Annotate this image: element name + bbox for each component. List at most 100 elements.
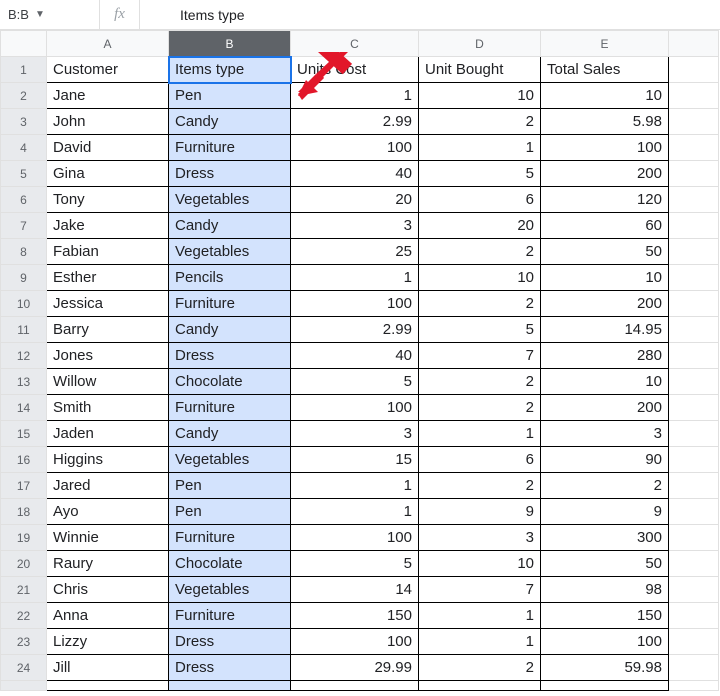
cell[interactable]: Anna <box>47 603 169 629</box>
cell[interactable]: 280 <box>541 343 669 369</box>
cell[interactable] <box>669 265 719 291</box>
cell[interactable]: 10 <box>541 265 669 291</box>
cell[interactable] <box>669 473 719 499</box>
row-header[interactable]: 9 <box>1 265 47 291</box>
cell[interactable]: 120 <box>541 187 669 213</box>
cell[interactable]: 3 <box>291 213 419 239</box>
cell[interactable]: 300 <box>541 525 669 551</box>
row-header[interactable]: 23 <box>1 629 47 655</box>
cell[interactable]: Ayo <box>47 499 169 525</box>
row-header[interactable]: 14 <box>1 395 47 421</box>
row-header[interactable]: 6 <box>1 187 47 213</box>
cell[interactable]: Furniture <box>169 525 291 551</box>
cell[interactable]: 2 <box>419 473 541 499</box>
cell[interactable]: Jill <box>47 655 169 681</box>
cell[interactable]: 1 <box>419 603 541 629</box>
cell[interactable]: Pen <box>169 499 291 525</box>
cell[interactable]: 5 <box>291 551 419 577</box>
cell[interactable]: 3 <box>419 525 541 551</box>
row-header[interactable]: 4 <box>1 135 47 161</box>
cell[interactable]: Vegetables <box>169 187 291 213</box>
cell[interactable]: Jane <box>47 83 169 109</box>
cell[interactable]: Tony <box>47 187 169 213</box>
cell[interactable] <box>669 213 719 239</box>
cell[interactable]: 2 <box>419 369 541 395</box>
cell[interactable] <box>169 681 291 691</box>
cell[interactable]: 50 <box>541 551 669 577</box>
cell[interactable]: Chris <box>47 577 169 603</box>
cell[interactable]: 50 <box>541 239 669 265</box>
cell[interactable]: 40 <box>291 343 419 369</box>
cell[interactable]: 6 <box>419 447 541 473</box>
cell[interactable]: Pen <box>169 473 291 499</box>
cell[interactable]: 5.98 <box>541 109 669 135</box>
cell[interactable] <box>669 577 719 603</box>
cell[interactable]: Vegetables <box>169 577 291 603</box>
cell[interactable] <box>669 629 719 655</box>
row-header[interactable]: 20 <box>1 551 47 577</box>
cell[interactable]: Jake <box>47 213 169 239</box>
cell[interactable]: 150 <box>291 603 419 629</box>
row-header[interactable]: 11 <box>1 317 47 343</box>
row-header[interactable]: 7 <box>1 213 47 239</box>
cell[interactable] <box>669 135 719 161</box>
cell[interactable] <box>669 681 719 691</box>
cell[interactable]: Barry <box>47 317 169 343</box>
cell[interactable]: Jessica <box>47 291 169 317</box>
cell[interactable]: Willow <box>47 369 169 395</box>
cell[interactable]: 100 <box>541 629 669 655</box>
row-header[interactable]: 22 <box>1 603 47 629</box>
cell[interactable]: 14.95 <box>541 317 669 343</box>
cell[interactable]: 29.99 <box>291 655 419 681</box>
cell[interactable]: Vegetables <box>169 239 291 265</box>
cell[interactable]: Candy <box>169 213 291 239</box>
cell[interactable]: Smith <box>47 395 169 421</box>
row-header[interactable]: 24 <box>1 655 47 681</box>
cell[interactable]: John <box>47 109 169 135</box>
cell[interactable]: 1 <box>419 629 541 655</box>
name-box[interactable]: B:B ▼ <box>0 0 100 29</box>
cell[interactable]: 20 <box>291 187 419 213</box>
cell[interactable]: Furniture <box>169 291 291 317</box>
cell[interactable]: Gina <box>47 161 169 187</box>
col-header-D[interactable]: D <box>419 31 541 57</box>
cell[interactable] <box>541 681 669 691</box>
cell[interactable]: 150 <box>541 603 669 629</box>
cell[interactable] <box>291 681 419 691</box>
cell[interactable]: 10 <box>419 83 541 109</box>
cell[interactable]: Jaden <box>47 421 169 447</box>
cell[interactable] <box>669 317 719 343</box>
cell[interactable]: 2 <box>419 655 541 681</box>
cell[interactable]: Furniture <box>169 135 291 161</box>
col-header-C[interactable]: C <box>291 31 419 57</box>
cell[interactable]: 20 <box>419 213 541 239</box>
cell[interactable]: 9 <box>541 499 669 525</box>
cell[interactable]: Pen <box>169 83 291 109</box>
cell[interactable]: 98 <box>541 577 669 603</box>
select-all-corner[interactable] <box>1 31 47 57</box>
cell[interactable]: 2.99 <box>291 109 419 135</box>
row-header[interactable]: 1 <box>1 57 47 83</box>
cell[interactable]: Customer <box>47 57 169 83</box>
cell[interactable]: Total Sales <box>541 57 669 83</box>
row-header[interactable] <box>1 681 47 691</box>
cell[interactable]: Candy <box>169 109 291 135</box>
cell[interactable]: Dress <box>169 343 291 369</box>
cell[interactable]: Dress <box>169 161 291 187</box>
cell[interactable]: Higgins <box>47 447 169 473</box>
cell[interactable]: 1 <box>419 421 541 447</box>
cell[interactable] <box>669 83 719 109</box>
cell[interactable]: 5 <box>291 369 419 395</box>
cell[interactable]: Candy <box>169 421 291 447</box>
cell[interactable]: 2 <box>419 239 541 265</box>
cell[interactable]: Vegetables <box>169 447 291 473</box>
row-header[interactable]: 10 <box>1 291 47 317</box>
cell[interactable]: 5 <box>419 317 541 343</box>
col-header-B[interactable]: B <box>169 31 291 57</box>
row-header[interactable]: 5 <box>1 161 47 187</box>
cell[interactable]: Winnie <box>47 525 169 551</box>
cell[interactable]: 5 <box>419 161 541 187</box>
cell[interactable]: 100 <box>291 629 419 655</box>
cell[interactable]: Dress <box>169 655 291 681</box>
cell[interactable]: 25 <box>291 239 419 265</box>
